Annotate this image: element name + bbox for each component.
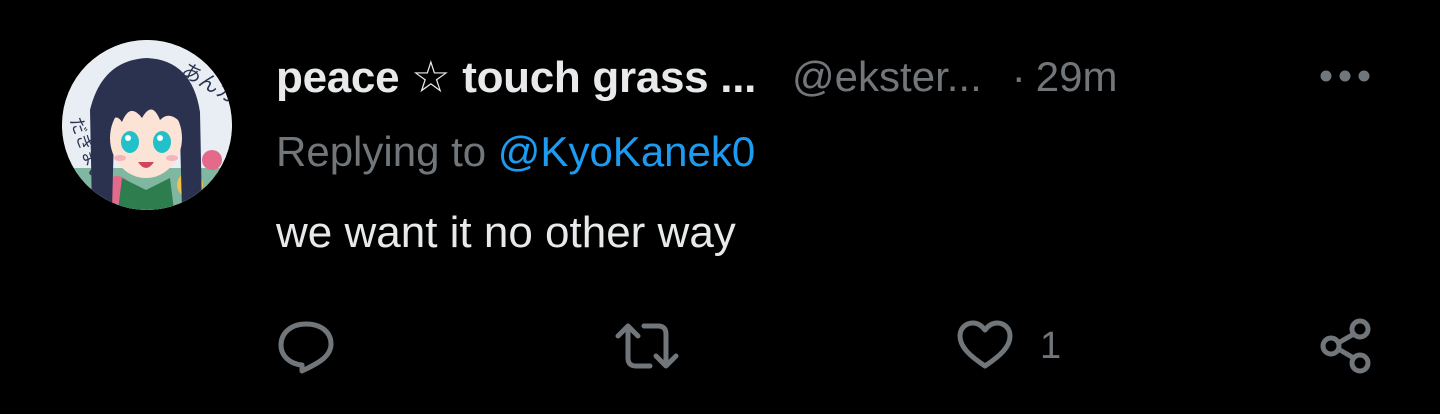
tweet-text: we want it no other way — [276, 208, 736, 257]
author-handle[interactable]: @ekster... — [792, 53, 982, 101]
retweet-button[interactable] — [614, 318, 680, 374]
share-button[interactable] — [1318, 318, 1374, 374]
more-options-button[interactable] — [1318, 60, 1372, 92]
avatar[interactable]: あんガル だきまいすき — [62, 40, 232, 210]
reply-bubble-icon — [278, 321, 334, 374]
separator-dot: · — [1011, 53, 1026, 100]
share-icon — [1320, 318, 1371, 374]
tweet[interactable]: あんガル だきまいすき peace ☆ touch grass ... @eks… — [0, 0, 1440, 414]
like-count: 1 — [1040, 324, 1062, 367]
tweet-timestamp[interactable]: 29m — [1036, 53, 1118, 101]
replying-to-line: Replying to @KyoKanek0 — [276, 128, 755, 176]
replying-to-handle-link[interactable]: @KyoKanek0 — [498, 128, 755, 175]
tweet-header: peace ☆ touch grass ... @ekster... · 29m — [276, 50, 1117, 104]
like-button[interactable]: 1 — [956, 318, 1061, 374]
replying-to-label: Replying to — [276, 128, 498, 175]
heart-icon — [957, 320, 1013, 369]
avatar-image: あんガル だきまいすき — [62, 40, 232, 210]
retweet-icon — [615, 323, 679, 369]
author-display-name[interactable]: peace ☆ touch grass ... — [276, 52, 756, 103]
more-dots-icon — [1320, 70, 1370, 82]
reply-button[interactable] — [276, 318, 336, 374]
